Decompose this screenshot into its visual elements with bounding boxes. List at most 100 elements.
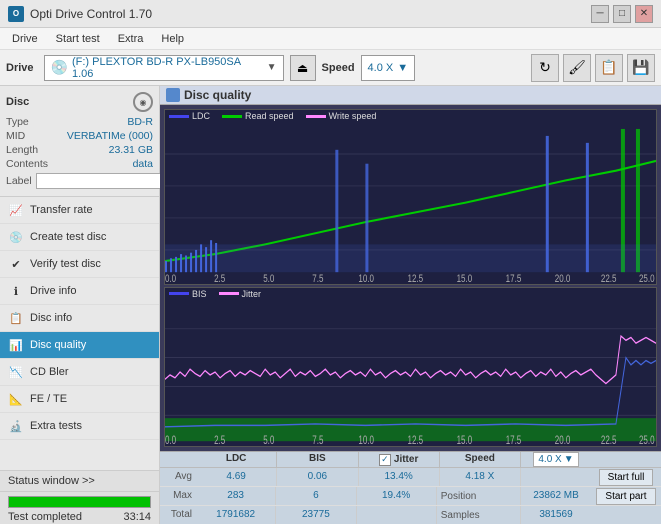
total-empty	[591, 506, 661, 524]
avg-jitter: 13.4%	[359, 468, 440, 486]
bis-legend-label: BIS	[192, 289, 207, 299]
nav-verify-test-disc[interactable]: ✔ Verify test disc	[0, 251, 159, 278]
main-content: Disc ◉ Type BD-R MID VERBATIMe (000) Len…	[0, 86, 661, 524]
maximize-button[interactable]: □	[613, 5, 631, 23]
svg-text:5.0: 5.0	[263, 435, 275, 444]
nav-create-test-disc[interactable]: 💿 Create test disc	[0, 224, 159, 251]
bis-col-header: BIS	[277, 452, 358, 467]
menu-extra[interactable]: Extra	[110, 31, 152, 47]
drive-dropdown-arrow: ▼	[267, 62, 277, 73]
total-bis: 23775	[276, 506, 356, 524]
menu-start-test[interactable]: Start test	[48, 31, 108, 47]
start-part-button[interactable]: Start part	[596, 488, 655, 505]
disc-quality-icon: 📊	[8, 337, 24, 353]
sidebar: Disc ◉ Type BD-R MID VERBATIMe (000) Len…	[0, 86, 160, 524]
fe-te-icon: 📐	[8, 391, 24, 407]
avg-bis: 0.06	[277, 468, 358, 486]
svg-text:22.5: 22.5	[601, 435, 617, 444]
length-value: 23.31 GB	[109, 144, 153, 156]
speed-dropdown-arrow: ▼	[564, 454, 574, 465]
length-label: Length	[6, 144, 38, 156]
disc-icon: ◉	[133, 92, 153, 112]
svg-text:7.5: 7.5	[312, 273, 323, 282]
nav-drive-info[interactable]: ℹ Drive info	[0, 278, 159, 305]
status-bottom: Test completed 33:14	[0, 510, 159, 524]
position-label: Position	[437, 487, 521, 505]
create-test-disc-icon: 💿	[8, 229, 24, 245]
speed-label: Speed	[322, 62, 355, 74]
svg-text:7.5: 7.5	[312, 435, 324, 444]
mid-value: VERBATIMe (000)	[67, 130, 153, 142]
total-ldc: 1791682	[196, 506, 276, 524]
stats-max-row: Max 283 6 19.4% Position 23862 MB Start …	[160, 487, 661, 506]
nav-fe-te[interactable]: 📐 FE / TE	[0, 386, 159, 413]
nav-extra-tests[interactable]: 🔬 Extra tests	[0, 413, 159, 440]
app-title: Opti Drive Control 1.70	[30, 7, 152, 21]
chart-title: Disc quality	[184, 88, 251, 102]
svg-text:12.5: 12.5	[407, 273, 423, 282]
svg-text:17.5: 17.5	[506, 435, 522, 444]
status-window-label: Status window >>	[8, 475, 95, 487]
svg-text:12.5: 12.5	[407, 435, 423, 444]
contents-value: data	[133, 158, 153, 170]
nav-create-test-disc-label: Create test disc	[30, 231, 106, 243]
titlebar: O Opti Drive Control 1.70 ─ □ ✕	[0, 0, 661, 28]
menu-help[interactable]: Help	[153, 31, 192, 47]
menu-drive[interactable]: Drive	[4, 31, 46, 47]
settings-button2[interactable]: 📋	[595, 54, 623, 82]
label-input[interactable]	[36, 173, 174, 189]
stats-header-row: LDC BIS ✓ Jitter Speed 4.0 X ▼	[160, 452, 661, 468]
save-button[interactable]: 💾	[627, 54, 655, 82]
nav-disc-quality[interactable]: 📊 Disc quality	[0, 332, 159, 359]
avg-label: Avg	[160, 468, 196, 486]
settings-button1[interactable]: 🖌	[563, 54, 591, 82]
chart-header: Disc quality	[160, 86, 661, 105]
nav-fe-te-label: FE / TE	[30, 393, 67, 405]
contents-label: Contents	[6, 158, 48, 170]
samples-label-text: Samples	[441, 510, 480, 521]
nav-disc-info[interactable]: 📋 Disc info	[0, 305, 159, 332]
samples-value: 381569	[521, 506, 591, 524]
nav-disc-quality-label: Disc quality	[30, 339, 86, 351]
speed-arrow: ▼	[397, 62, 408, 74]
nav-transfer-rate[interactable]: 📈 Transfer rate	[0, 197, 159, 224]
svg-text:2.5: 2.5	[214, 435, 226, 444]
nav-extra-tests-label: Extra tests	[30, 420, 82, 432]
drive-selector[interactable]: 💿 (F:) PLEXTOR BD-R PX-LB950SA 1.06 ▼	[44, 55, 284, 81]
disc-info-panel: Disc ◉ Type BD-R MID VERBATIMe (000) Len…	[0, 86, 159, 197]
avg-ldc: 4.69	[196, 468, 277, 486]
verify-test-disc-icon: ✔	[8, 256, 24, 272]
total-jitter-empty	[357, 506, 437, 524]
svg-text:25.0: 25.0	[639, 273, 655, 282]
svg-text:15.0: 15.0	[457, 273, 473, 282]
eject-button[interactable]: ⏏	[290, 55, 316, 81]
speed-dropdown-value: 4.0 X	[538, 454, 561, 465]
right-panel: Disc quality LDC Read speed Wr	[160, 86, 661, 524]
ldc-legend-label: LDC	[192, 111, 210, 121]
speed-dropdown[interactable]: 4.0 X ▼	[533, 452, 578, 467]
minimize-button[interactable]: ─	[591, 5, 609, 23]
svg-text:10.0: 10.0	[358, 435, 374, 444]
jitter-checkbox[interactable]: ✓	[379, 454, 391, 466]
speed-selector[interactable]: 4.0 X ▼	[361, 55, 416, 81]
mid-label: MID	[6, 130, 25, 142]
speed-col-header: Speed	[440, 452, 521, 467]
toolbar-buttons: ↻ 🖌 📋 💾	[531, 54, 655, 82]
close-button[interactable]: ✕	[635, 5, 653, 23]
start-full-container: Start full	[591, 468, 661, 486]
ldc-legend-color	[169, 115, 189, 118]
ldc-chart-section: LDC Read speed Write speed	[164, 109, 657, 285]
stats-avg-row: Avg 4.69 0.06 13.4% 4.18 X Start full	[160, 468, 661, 487]
refresh-button[interactable]: ↻	[531, 54, 559, 82]
max-bis: 6	[276, 487, 356, 505]
read-speed-legend-color	[222, 115, 242, 118]
type-label: Type	[6, 116, 29, 128]
status-bar: Status window >> Test completed 33:14	[0, 470, 159, 524]
status-window-button[interactable]: Status window >>	[0, 471, 159, 492]
speed-dropdown-container: 4.0 X ▼	[521, 452, 591, 467]
start-full-button[interactable]: Start full	[599, 469, 654, 486]
cd-bler-icon: 📉	[8, 364, 24, 380]
nav-cd-bler[interactable]: 📉 CD Bler	[0, 359, 159, 386]
svg-text:0.0: 0.0	[165, 435, 177, 444]
bis-chart-section: BIS Jitter 10 9 8	[164, 287, 657, 447]
